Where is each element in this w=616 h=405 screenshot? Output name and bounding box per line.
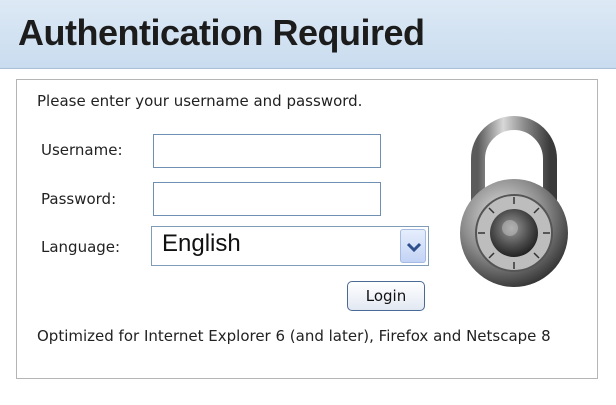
password-label: Password: bbox=[41, 190, 117, 208]
dropdown-button[interactable] bbox=[400, 229, 426, 263]
combination-padlock-icon bbox=[460, 116, 568, 287]
page-title: Authentication Required bbox=[18, 12, 425, 53]
login-panel: Please enter your username and password.… bbox=[16, 79, 598, 379]
language-label: Language: bbox=[41, 238, 121, 256]
header-bar: Authentication Required bbox=[0, 0, 616, 69]
language-selected-value: English bbox=[162, 230, 241, 257]
login-button[interactable]: Login bbox=[347, 281, 425, 311]
password-input[interactable] bbox=[153, 182, 381, 216]
chevron-down-icon bbox=[406, 242, 422, 253]
username-label: Username: bbox=[41, 141, 123, 159]
language-select[interactable]: English bbox=[151, 226, 429, 266]
username-input[interactable] bbox=[153, 134, 381, 168]
compatibility-note: Optimized for Internet Explorer 6 (and l… bbox=[37, 327, 551, 345]
instruction-text: Please enter your username and password. bbox=[37, 92, 363, 110]
